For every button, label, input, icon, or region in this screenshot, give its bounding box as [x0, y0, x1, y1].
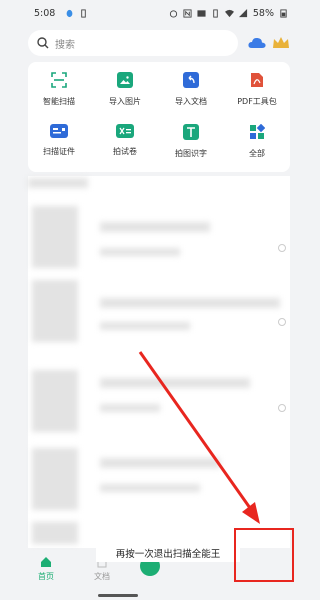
- document-list: [28, 176, 290, 548]
- status-time: 5:08: [34, 7, 56, 19]
- battery-saver-icon: [81, 8, 87, 18]
- document-meta: [100, 484, 200, 492]
- grid-icon: [249, 124, 265, 140]
- document-thumbnail: [32, 370, 78, 432]
- battery-icon: [280, 8, 287, 18]
- select-radio[interactable]: [278, 404, 286, 412]
- hd-icon: [197, 9, 206, 17]
- tool-label: 智能扫描: [43, 97, 75, 106]
- nfc-icon: [183, 8, 192, 18]
- home-indicator: [98, 594, 138, 597]
- import-doc-icon: [183, 72, 199, 88]
- tool-label: 扫描证件: [43, 147, 75, 156]
- qq-icon: [66, 9, 73, 17]
- document-meta: [100, 322, 190, 330]
- tool-import-doc[interactable]: 导入文档: [160, 72, 222, 107]
- scan-icon: [51, 72, 67, 88]
- document-title: [100, 378, 250, 388]
- nav-docs-label: 文档: [94, 572, 110, 581]
- tool-label: PDF工具包: [237, 97, 277, 106]
- document-thumbnail: [32, 206, 78, 268]
- document-thumbnail: [32, 448, 78, 510]
- select-radio[interactable]: [278, 318, 286, 326]
- exam-icon: [116, 124, 134, 138]
- search-placeholder: 搜索: [55, 39, 75, 51]
- annotation-highlight-box: [234, 528, 294, 582]
- wifi-icon: [224, 9, 234, 17]
- exit-toast: 再按一次退出扫描全能王: [96, 544, 240, 562]
- select-radio[interactable]: [278, 244, 286, 252]
- list-section-header: [28, 178, 88, 188]
- document-title: [100, 458, 220, 468]
- id-card-icon: [50, 124, 68, 138]
- document-title: [100, 222, 210, 232]
- tool-scan-id[interactable]: 扫描证件: [28, 124, 90, 157]
- tool-scan-exam[interactable]: 拍试卷: [94, 124, 156, 157]
- tool-label: 拍图识字: [175, 149, 207, 158]
- status-bar: 5:08 58%: [0, 0, 296, 26]
- status-system-icons: 58%: [169, 8, 288, 19]
- tool-import-image[interactable]: 导入图片: [94, 72, 156, 107]
- home-icon: [41, 557, 51, 567]
- tool-label: 导入文档: [175, 97, 207, 106]
- nav-home-label: 首页: [38, 572, 54, 581]
- tool-pdf-kit[interactable]: PDF工具包: [226, 72, 288, 107]
- tool-label: 导入图片: [109, 97, 141, 106]
- battery-percent: 58%: [252, 7, 274, 19]
- document-meta: [100, 404, 160, 412]
- document-title: [100, 298, 280, 308]
- tool-all[interactable]: 全部: [226, 124, 288, 159]
- signal-icon: [238, 8, 247, 17]
- tool-text-recognition[interactable]: 拍图识字: [160, 124, 222, 159]
- tool-label: 拍试卷: [113, 147, 137, 156]
- nav-home[interactable]: 首页: [26, 556, 66, 582]
- pdf-icon: [249, 72, 265, 88]
- image-icon: [117, 72, 133, 88]
- search-input[interactable]: 搜索: [28, 30, 238, 56]
- tool-label: 全部: [249, 149, 265, 158]
- cloud-icon[interactable]: [248, 37, 266, 49]
- crown-icon[interactable]: [272, 36, 290, 50]
- document-thumbnail: [32, 280, 78, 342]
- tool-grid: 智能扫描 导入图片 导入文档 PDF工具包 扫描证件 拍试卷 拍图识字 全部: [28, 62, 290, 172]
- search-icon: [37, 37, 49, 49]
- document-thumbnail: [32, 522, 78, 544]
- alarm-icon: [169, 9, 177, 18]
- vibrate-icon: [213, 8, 218, 18]
- tool-smart-scan[interactable]: 智能扫描: [28, 72, 90, 107]
- document-meta: [100, 248, 180, 256]
- search-row: 搜索: [28, 30, 290, 56]
- text-recognition-icon: [183, 124, 199, 140]
- status-app-icons: [65, 8, 88, 18]
